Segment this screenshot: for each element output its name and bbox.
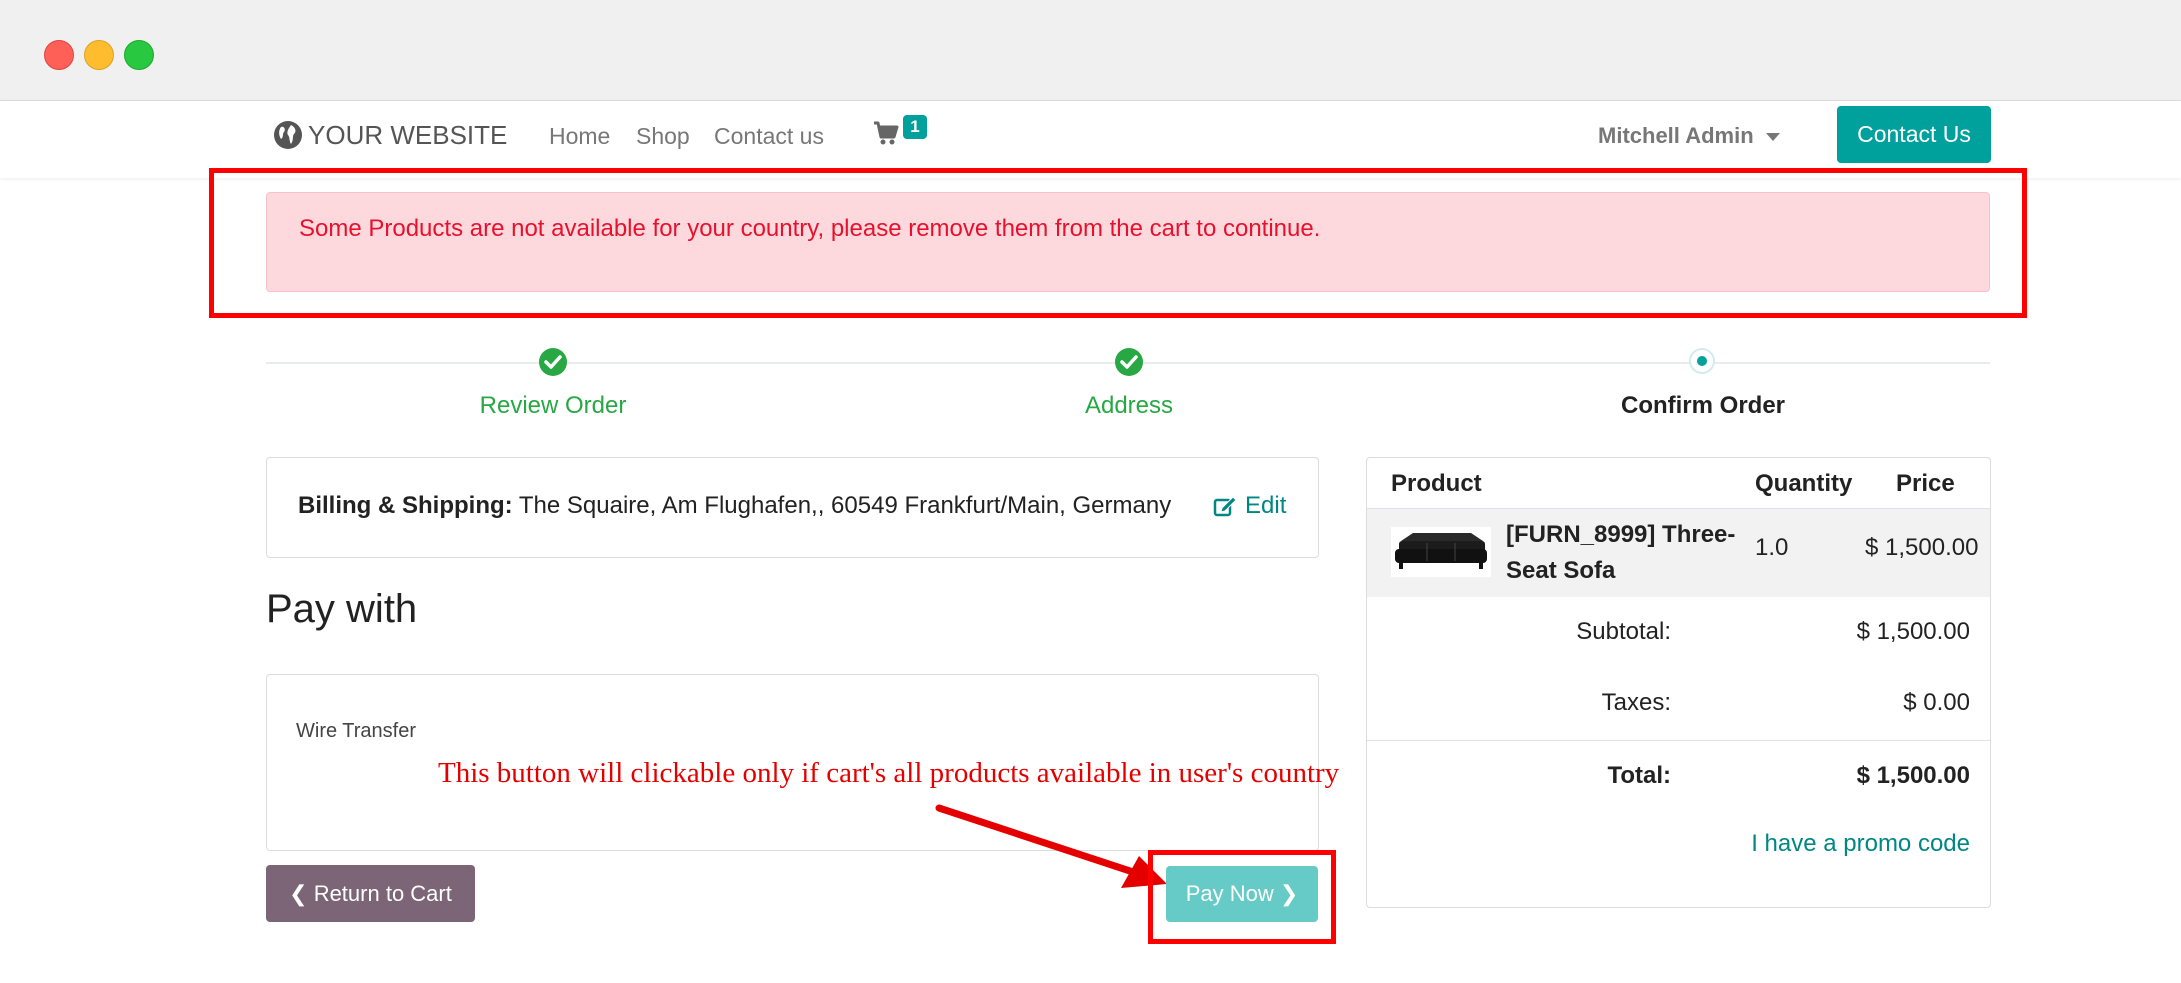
globe-icon xyxy=(274,121,302,149)
active-step-icon xyxy=(1689,348,1715,374)
nav-link-contact[interactable]: Contact us xyxy=(714,123,824,150)
order-summary-table: Product Quantity Price [FURN_8999] Three… xyxy=(1366,457,1991,908)
step-review-order[interactable]: Review Order xyxy=(480,392,627,420)
close-window-button[interactable] xyxy=(44,40,74,70)
header-quantity: Quantity xyxy=(1755,470,1853,497)
caret-down-icon xyxy=(1765,133,1780,142)
subtotal-label: Subtotal: xyxy=(1576,618,1671,645)
payment-method-wire-transfer[interactable]: Wire Transfer xyxy=(296,720,416,743)
check-circle-icon xyxy=(539,348,567,376)
billing-shipping-card: Billing & Shipping: The Squaire, Am Flug… xyxy=(266,457,1319,558)
annotation-note: This button will clickable only if cart'… xyxy=(438,757,1340,789)
minimize-window-button[interactable] xyxy=(84,40,114,70)
promo-code-link[interactable]: I have a promo code xyxy=(1747,830,1970,858)
step-address[interactable]: Address xyxy=(1085,392,1173,420)
cart-count-badge: 1 xyxy=(903,115,927,139)
pay-with-heading: Pay with xyxy=(266,587,418,631)
table-row: [FURN_8999] Three-Seat Sofa 1.0 $ 1,500.… xyxy=(1367,508,1990,597)
edit-icon xyxy=(1213,496,1237,517)
edit-label: Edit xyxy=(1245,492,1287,519)
contact-us-button[interactable]: Contact Us xyxy=(1837,106,1991,163)
edit-address-link[interactable]: Edit xyxy=(1213,492,1286,520)
step-confirm-order: Confirm Order xyxy=(1620,392,1786,419)
total-label: Total: xyxy=(1607,762,1671,789)
subtotal-value: $ 1,500.00 xyxy=(1856,618,1970,645)
chevron-left-icon: ❮ xyxy=(289,881,314,906)
return-to-cart-label: Return to Cart xyxy=(313,881,452,906)
header-product: Product xyxy=(1391,470,1482,497)
product-image xyxy=(1391,527,1491,577)
total-value: $ 1,500.00 xyxy=(1856,762,1970,789)
nav-link-home[interactable]: Home xyxy=(549,123,610,150)
highlight-box-alert xyxy=(209,168,2027,318)
check-circle-icon xyxy=(1115,348,1143,376)
product-name[interactable]: [FURN_8999] Three-Seat Sofa xyxy=(1506,517,1746,589)
taxes-value: $ 0.00 xyxy=(1903,689,1970,716)
brand-name: YOUR WEBSITE xyxy=(308,119,508,150)
divider xyxy=(1367,740,1990,741)
return-to-cart-button[interactable]: ❮ Return to Cart xyxy=(266,865,475,922)
billing-address-value: The Squaire, Am Flughafen,, 60549 Frankf… xyxy=(518,492,1172,519)
billing-address: Billing & Shipping: The Squaire, Am Flug… xyxy=(298,492,1171,520)
product-quantity: 1.0 xyxy=(1755,534,1789,561)
highlight-box-pay-now xyxy=(1148,850,1336,944)
header-price: Price xyxy=(1896,470,1955,497)
billing-label: Billing & Shipping: xyxy=(298,492,513,519)
cart-icon[interactable] xyxy=(873,120,899,146)
product-price: $ 1,500.00 xyxy=(1865,534,1979,561)
user-menu-dropdown[interactable]: Mitchell Admin xyxy=(1598,123,1780,149)
brand-logo[interactable]: YOUR WEBSITE xyxy=(272,119,507,151)
maximize-window-button[interactable] xyxy=(124,40,154,70)
taxes-label: Taxes: xyxy=(1601,689,1671,716)
nav-link-shop[interactable]: Shop xyxy=(636,123,690,150)
user-name: Mitchell Admin xyxy=(1598,123,1754,148)
window-titlebar xyxy=(0,0,2181,101)
top-navbar: YOUR WEBSITE Home Shop Contact us 1 Mitc… xyxy=(0,101,2181,178)
